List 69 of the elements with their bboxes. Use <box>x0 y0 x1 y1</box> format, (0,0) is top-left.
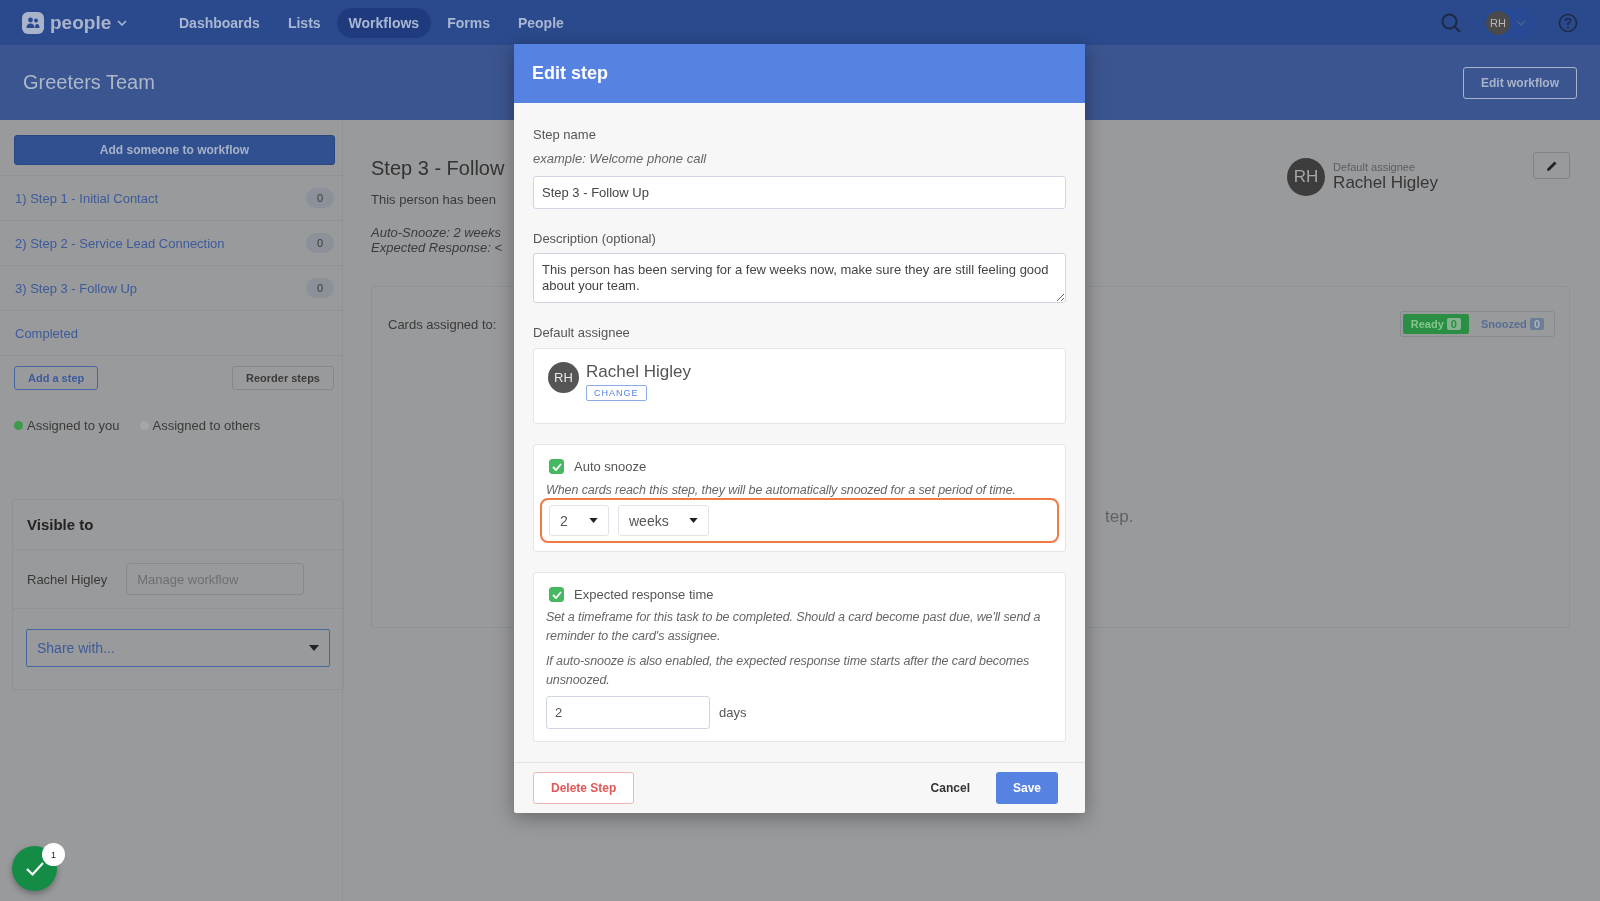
checkbox[interactable] <box>549 459 564 474</box>
step-link[interactable]: 2) Step 2 - Service Lead Connection <box>15 235 225 251</box>
user-menu[interactable]: RH <box>1483 7 1536 38</box>
nav-tab[interactable]: People <box>505 7 576 38</box>
caret-icon <box>589 518 598 523</box>
count-badge: 0 <box>305 188 334 208</box>
checkmark-icon <box>24 860 45 877</box>
edit-step-button[interactable] <box>1533 152 1570 179</box>
edit-workflow-button[interactable]: Edit workflow <box>1463 66 1577 99</box>
field-label: Description (optional) <box>533 231 657 246</box>
filter-tab[interactable]: Ready 0 <box>1402 314 1469 334</box>
panel-title: Visible to <box>13 500 343 550</box>
empty-message: tep. <box>1105 507 1135 527</box>
count-badge: 0 <box>305 278 334 298</box>
filter-tab[interactable]: Snoozed 0 <box>1473 314 1552 334</box>
help-text: If auto-snooze is also enabled, the expected response time starts after the card becomes unsnoozed. <box>546 653 1031 689</box>
nav-tab[interactable]: Workflows <box>336 7 432 38</box>
help-text: Set a timeframe for this task to be completed. Should a card become past due, we'll send a reminder to the card's assignee. <box>546 609 1042 645</box>
share-with-select[interactable]: Share with... <box>26 629 330 667</box>
checkbox-label: Auto snooze <box>574 459 647 474</box>
chevron-down-icon <box>1516 19 1526 26</box>
cancel-button[interactable]: Cancel <box>920 773 980 803</box>
step-title: Step 3 - Follow <box>371 157 505 180</box>
pencil-icon <box>1545 159 1558 172</box>
step-name-field[interactable]: Step 3 - Follow Up <box>533 176 1066 209</box>
assignee-name: Rachel Higley <box>1333 173 1438 193</box>
completed-link[interactable]: Completed <box>15 325 78 341</box>
unit-label: days <box>719 705 747 720</box>
caret-icon <box>689 518 698 523</box>
delete-step-button[interactable]: Delete Step <box>533 772 635 804</box>
chevron-down-icon[interactable] <box>117 19 128 26</box>
people-logo-icon[interactable] <box>22 11 44 34</box>
step-link[interactable]: 3) Step 3 - Follow Up <box>15 280 138 296</box>
field-hint: example: Welcome phone call <box>533 151 708 166</box>
add-someone-button[interactable]: Add someone to workflow <box>14 135 335 165</box>
nav-tab[interactable]: Dashboards <box>167 7 272 38</box>
auto-snooze-summary: Auto-Snooze: 2 weeks <box>371 225 503 240</box>
description-field[interactable]: This person has been serving for a few weeks now, make sure they are still feeling good about your team. <box>533 253 1066 303</box>
step-description: This person has been <box>371 192 498 207</box>
amount-select[interactable]: 2 <box>549 505 609 536</box>
legend-label: Assigned to you <box>27 418 120 433</box>
assignee-label: Default assignee <box>1333 161 1417 173</box>
notification-badge: 1 <box>42 843 65 866</box>
avatar-initials: RH <box>548 362 579 393</box>
change-button[interactable]: CHANGE <box>586 385 647 401</box>
reorder-steps-button[interactable]: Reorder steps <box>232 366 334 390</box>
dialog-title: Edit step <box>532 63 608 84</box>
nav-tab[interactable]: Forms <box>435 7 502 38</box>
checkbox[interactable] <box>549 587 564 602</box>
person-name: Rachel Higley <box>27 571 108 587</box>
legend-label: Assigned to others <box>152 418 261 433</box>
field-label: Step name <box>533 127 597 142</box>
app-name[interactable]: people <box>50 11 112 34</box>
help-text: When cards reach this step, they will be automatically snoozed for a set period of time. <box>546 483 1017 497</box>
cards-assigned-label: Cards assigned to: <box>388 316 497 332</box>
assignee-name: Rachel Higley <box>586 362 691 382</box>
avatar-initials: RH <box>1287 158 1326 196</box>
add-step-button[interactable]: Add a step <box>14 366 99 390</box>
page-title: Greeters Team <box>23 71 155 94</box>
save-button[interactable]: Save <box>995 772 1058 804</box>
count-badge: 0 <box>305 233 334 253</box>
step-link[interactable]: 1) Step 1 - Initial Contact <box>15 190 159 206</box>
expected-response-summary: Expected Response: < <box>371 240 504 255</box>
field-label: Default assignee <box>533 325 631 340</box>
checkbox-label: Expected response time <box>574 587 714 602</box>
caret-icon <box>309 645 319 651</box>
days-field[interactable]: 2 <box>546 696 710 729</box>
nav-tab[interactable]: Lists <box>275 7 333 38</box>
unit-select[interactable]: weeks <box>618 505 709 536</box>
